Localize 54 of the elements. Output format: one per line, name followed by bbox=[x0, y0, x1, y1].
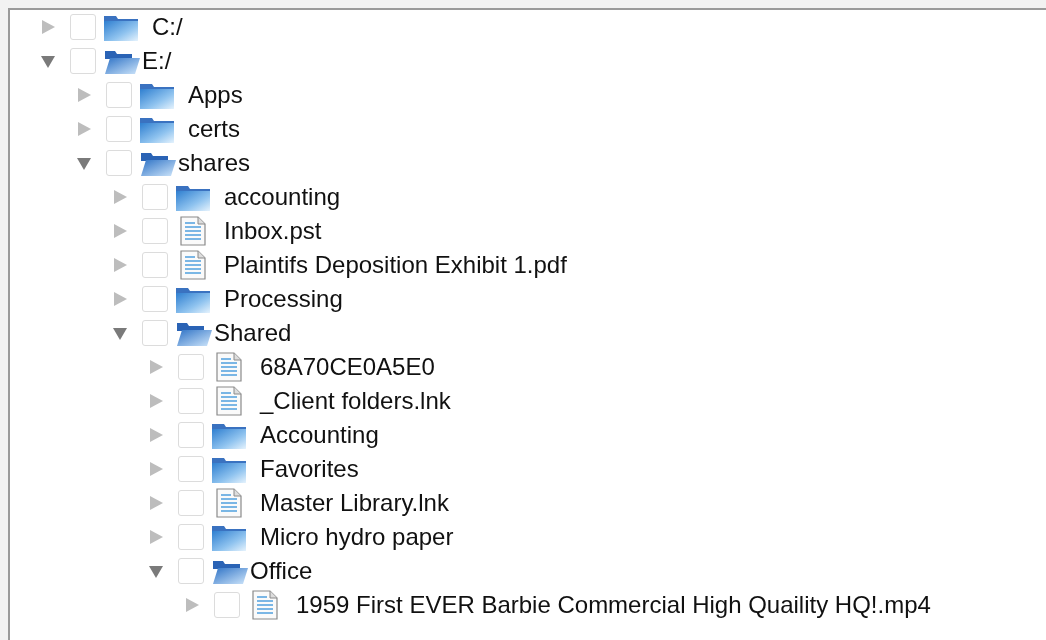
expand-arrow-icon[interactable] bbox=[148, 529, 164, 545]
collapse-arrow-icon[interactable] bbox=[148, 563, 164, 579]
expand-arrow-icon[interactable] bbox=[112, 189, 128, 205]
tree-item[interactable]: Processing bbox=[224, 285, 343, 313]
expand-arrow-icon[interactable] bbox=[148, 359, 164, 375]
checkbox[interactable] bbox=[142, 286, 168, 312]
checkbox[interactable] bbox=[142, 252, 168, 278]
checkbox[interactable] bbox=[142, 218, 168, 244]
tree-item[interactable]: 68A70CE0A5E0 bbox=[260, 353, 435, 381]
expand-arrow-icon[interactable] bbox=[184, 597, 200, 613]
tree-item[interactable]: Office bbox=[250, 557, 313, 585]
tree-item[interactable]: Master Library.lnk bbox=[260, 489, 449, 517]
tree-item[interactable]: certs bbox=[188, 115, 240, 143]
tree-item[interactable]: _Client folders.lnk bbox=[260, 387, 451, 415]
checkbox[interactable] bbox=[142, 184, 168, 210]
expand-arrow-icon[interactable] bbox=[76, 87, 92, 103]
tree-item[interactable]: E:/ bbox=[142, 47, 172, 75]
expand-arrow-icon[interactable] bbox=[148, 461, 164, 477]
expand-arrow-icon[interactable] bbox=[76, 121, 92, 137]
tree-item[interactable]: Accounting bbox=[260, 421, 379, 449]
tree-item[interactable]: C:/ bbox=[152, 13, 183, 41]
checkbox[interactable] bbox=[106, 150, 132, 176]
checkbox[interactable] bbox=[178, 422, 204, 448]
expand-arrow-icon[interactable] bbox=[112, 257, 128, 273]
checkbox[interactable] bbox=[106, 116, 132, 142]
checkbox[interactable] bbox=[178, 456, 204, 482]
tree-item[interactable]: accounting bbox=[224, 183, 341, 211]
checkbox[interactable] bbox=[142, 320, 168, 346]
expand-arrow-icon[interactable] bbox=[112, 223, 128, 239]
checkbox[interactable] bbox=[70, 14, 96, 40]
tree-item[interactable]: Shared bbox=[214, 319, 292, 347]
expand-arrow-icon[interactable] bbox=[148, 427, 164, 443]
expand-arrow-icon[interactable] bbox=[148, 495, 164, 511]
expand-arrow-icon[interactable] bbox=[148, 393, 164, 409]
checkbox[interactable] bbox=[70, 48, 96, 74]
tree-item[interactable]: Favorites bbox=[260, 455, 359, 483]
checkbox[interactable] bbox=[106, 82, 132, 108]
checkbox[interactable] bbox=[214, 592, 240, 618]
expand-arrow-icon[interactable] bbox=[40, 19, 56, 35]
tree-item[interactable]: Plaintifs Deposition Exhibit 1.pdf bbox=[224, 251, 567, 279]
checkbox[interactable] bbox=[178, 354, 204, 380]
tree-item[interactable]: 1959 First EVER Barbie Commercial High Quaility HQ!.mp4 bbox=[296, 591, 931, 619]
tree-item[interactable]: Apps bbox=[188, 81, 243, 109]
checkbox[interactable] bbox=[178, 490, 204, 516]
tree-item[interactable]: shares bbox=[178, 149, 251, 177]
collapse-arrow-icon[interactable] bbox=[40, 53, 56, 69]
checkbox[interactable] bbox=[178, 388, 204, 414]
checkbox[interactable] bbox=[178, 558, 204, 584]
collapse-arrow-icon[interactable] bbox=[112, 325, 128, 341]
tree-item[interactable]: Micro hydro paper bbox=[260, 523, 454, 551]
collapse-arrow-icon[interactable] bbox=[76, 155, 92, 171]
expand-arrow-icon[interactable] bbox=[112, 291, 128, 307]
tree-item[interactable]: Inbox.pst bbox=[224, 217, 322, 245]
checkbox[interactable] bbox=[178, 524, 204, 550]
